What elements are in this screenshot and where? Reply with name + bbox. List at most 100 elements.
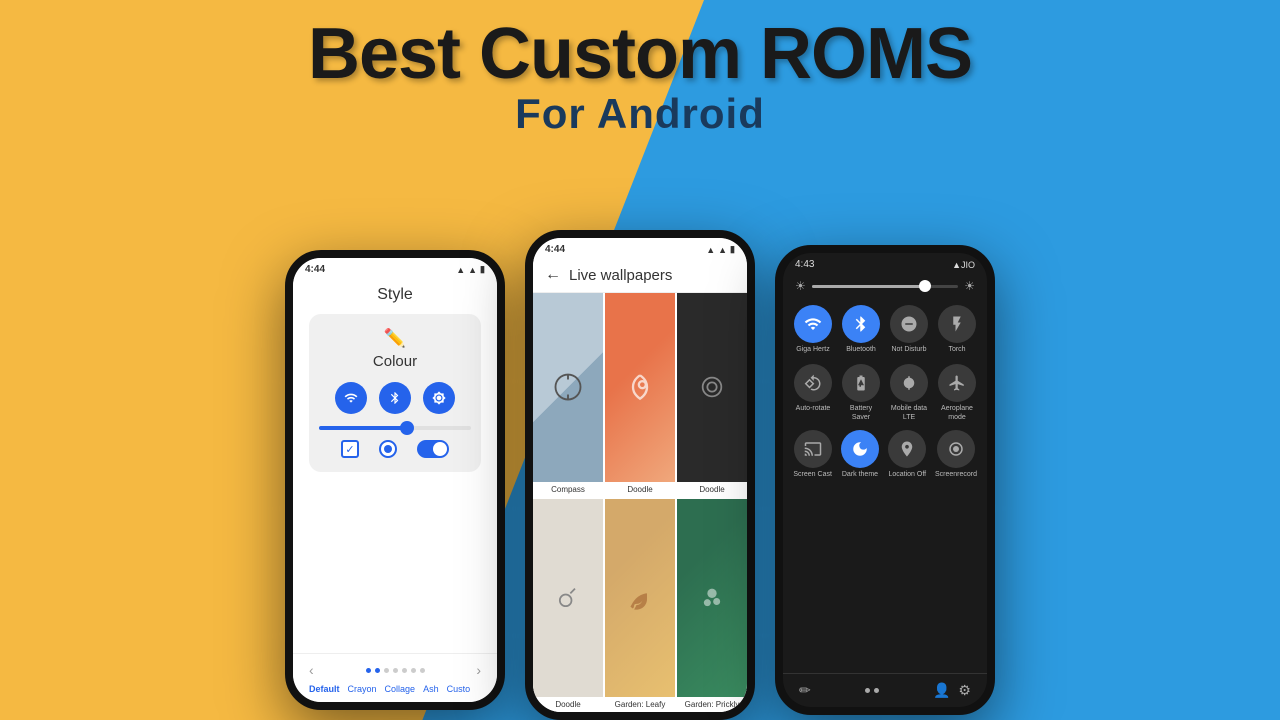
prev-arrow[interactable]: ‹ <box>309 662 314 678</box>
phone3-screen: 4:43 ▲JIO ☀ ☀ Giga H <box>783 253 987 707</box>
qs-tile-airplane[interactable]: Aeroplane mode <box>937 364 977 422</box>
wp-compass[interactable]: Compass <box>533 293 603 497</box>
wp-garden-prickly[interactable]: Garden: Prickly <box>677 499 747 713</box>
airplane-label: Aeroplane mode <box>937 405 977 422</box>
phone1-content: Style ✏️ Colour <box>293 278 497 653</box>
style-default[interactable]: Default <box>309 684 340 694</box>
qs-row2: Auto-rotate Battery Saver Mobile data LT… <box>783 360 987 426</box>
style-ash[interactable]: Ash <box>423 684 439 694</box>
phones-area: 4:44 ▲ ▲ ▮ Style ✏️ Colour <box>0 230 1280 720</box>
phone-wallpapers: 4:44 ▲ ▲ ▮ ← Live wallpapers <box>525 230 755 720</box>
signal-icon: ▲ <box>468 265 477 275</box>
wifi-icon: ▲ <box>456 265 465 275</box>
wallpaper-header: ← Live wallpapers <box>533 258 747 293</box>
brightness-row: ☀ ☀ <box>783 273 987 299</box>
brightness-slider[interactable] <box>812 285 958 288</box>
qs-tile-dnd[interactable]: Not Disturb <box>889 305 929 354</box>
signal-icon2: ▲ <box>718 245 727 255</box>
dnd-label: Not Disturb <box>891 346 926 354</box>
switch-toggle[interactable] <box>417 440 449 458</box>
screenrecord-label: Screenrecord <box>935 471 977 479</box>
brightness-low-icon: ☀ <box>795 279 806 293</box>
slider-fill <box>319 426 403 430</box>
qs-tile-mobiledata[interactable]: Mobile data LTE <box>889 364 929 422</box>
phone3-statusbar: 4:43 ▲JIO <box>783 253 987 273</box>
qs-row1: Giga Hertz Bluetooth Not Disturb <box>783 299 987 360</box>
phone1-status-icons: ▲ ▲ ▮ <box>456 264 485 275</box>
nav-dot-5 <box>402 668 407 673</box>
settings-icon[interactable]: ⚙ <box>958 682 971 699</box>
nav-dot-1 <box>366 668 371 673</box>
qs-row3: Screen Cast Dark theme Location Off <box>783 426 987 483</box>
wallpaper-grid: Compass Doodle <box>533 293 747 712</box>
torch-label: Torch <box>948 346 965 354</box>
colour-slider[interactable] <box>319 426 471 430</box>
nav-dot-2 <box>375 668 380 673</box>
qs-tile-gigahertz[interactable]: Giga Hertz <box>793 305 833 354</box>
airplane-icon-wrap <box>938 364 976 402</box>
mobiledata-icon-wrap <box>890 364 928 402</box>
qs-tile-torch[interactable]: Torch <box>937 305 977 354</box>
batterysaver-label: Battery Saver <box>841 405 881 422</box>
next-arrow[interactable]: › <box>476 662 481 678</box>
wifi-circle <box>335 382 367 414</box>
signal-4g-icon: ▲JIO <box>952 260 975 270</box>
wp-garden-prickly-img: Garden: Prickly <box>677 499 747 713</box>
phone3-bottom-bar: ✏ 👤 ⚙ <box>783 673 987 707</box>
radio-toggle[interactable] <box>379 440 397 458</box>
phone2-statusbar: 4:44 ▲ ▲ ▮ <box>533 238 747 258</box>
back-button[interactable]: ← <box>545 266 561 284</box>
wp-doodle1-img: Doodle <box>605 293 675 497</box>
qs-tile-bluetooth[interactable]: Bluetooth <box>841 305 881 354</box>
phone2-status-icons: ▲ ▲ ▮ <box>706 244 735 255</box>
wp-doodle1[interactable]: Doodle <box>605 293 675 497</box>
wp-garden-leafy-label: Garden: Leafy <box>605 697 675 712</box>
qs-tile-darktheme[interactable]: Dark theme <box>840 430 879 479</box>
style-options: Default Crayon Collage Ash Custo <box>309 684 481 694</box>
style-custom[interactable]: Custo <box>447 684 471 694</box>
qs-tile-screenrecord[interactable]: Screenrecord <box>935 430 977 479</box>
checkbox-toggle[interactable]: ✓ <box>341 440 359 458</box>
wp-doodle3-label: Doodle <box>533 697 603 712</box>
colour-label: Colour <box>373 353 417 370</box>
edit-icon[interactable]: ✏ <box>799 682 811 699</box>
phone1-time: 4:44 <box>305 264 325 275</box>
colour-circles <box>335 382 455 414</box>
bluetooth-label: Bluetooth <box>846 346 876 354</box>
wp-garden-leafy-img: Garden: Leafy <box>605 499 675 713</box>
switch-knob <box>433 442 447 456</box>
style-collage[interactable]: Collage <box>385 684 416 694</box>
brightness-high-icon: ☀ <box>964 279 975 293</box>
gigahertz-icon-wrap <box>794 305 832 343</box>
pencil-icon: ✏️ <box>384 328 406 349</box>
title-area: Best Custom ROMS For Android <box>0 18 1280 138</box>
wp-compass-img: Compass <box>533 293 603 497</box>
dnd-icon-wrap <box>890 305 928 343</box>
bottom-dot-2 <box>874 688 879 693</box>
screenrecord-icon-wrap <box>937 430 975 468</box>
wp-garden-leafy-preview <box>605 499 675 698</box>
radio-inner <box>384 445 392 453</box>
location-label: Location Off <box>888 471 926 479</box>
wp-doodle3[interactable]: Doodle <box>533 499 603 713</box>
nav-dot-4 <box>393 668 398 673</box>
nav-dots <box>366 668 425 673</box>
wp-garden-leafy[interactable]: Garden: Leafy <box>605 499 675 713</box>
wp-compass-preview <box>533 293 603 482</box>
qs-tile-location[interactable]: Location Off <box>888 430 927 479</box>
phone-style: 4:44 ▲ ▲ ▮ Style ✏️ Colour <box>285 250 505 710</box>
batterysaver-icon-wrap <box>842 364 880 402</box>
phone2-screen: 4:44 ▲ ▲ ▮ ← Live wallpapers <box>533 238 747 712</box>
qs-tile-batterysaver[interactable]: Battery Saver <box>841 364 881 422</box>
wp-doodle3-img: Doodle <box>533 499 603 713</box>
bottom-right-icons: 👤 ⚙ <box>933 682 971 699</box>
brightness-thumb <box>919 280 931 292</box>
torch-icon-wrap <box>938 305 976 343</box>
cast-label: Screen Cast <box>793 471 832 479</box>
qs-tile-cast[interactable]: Screen Cast <box>793 430 832 479</box>
style-crayon[interactable]: Crayon <box>348 684 377 694</box>
darktheme-label: Dark theme <box>842 471 878 479</box>
qs-tile-autorotate[interactable]: Auto-rotate <box>793 364 833 422</box>
wp-doodle2[interactable]: Doodle <box>677 293 747 497</box>
user-icon[interactable]: 👤 <box>933 682 950 699</box>
